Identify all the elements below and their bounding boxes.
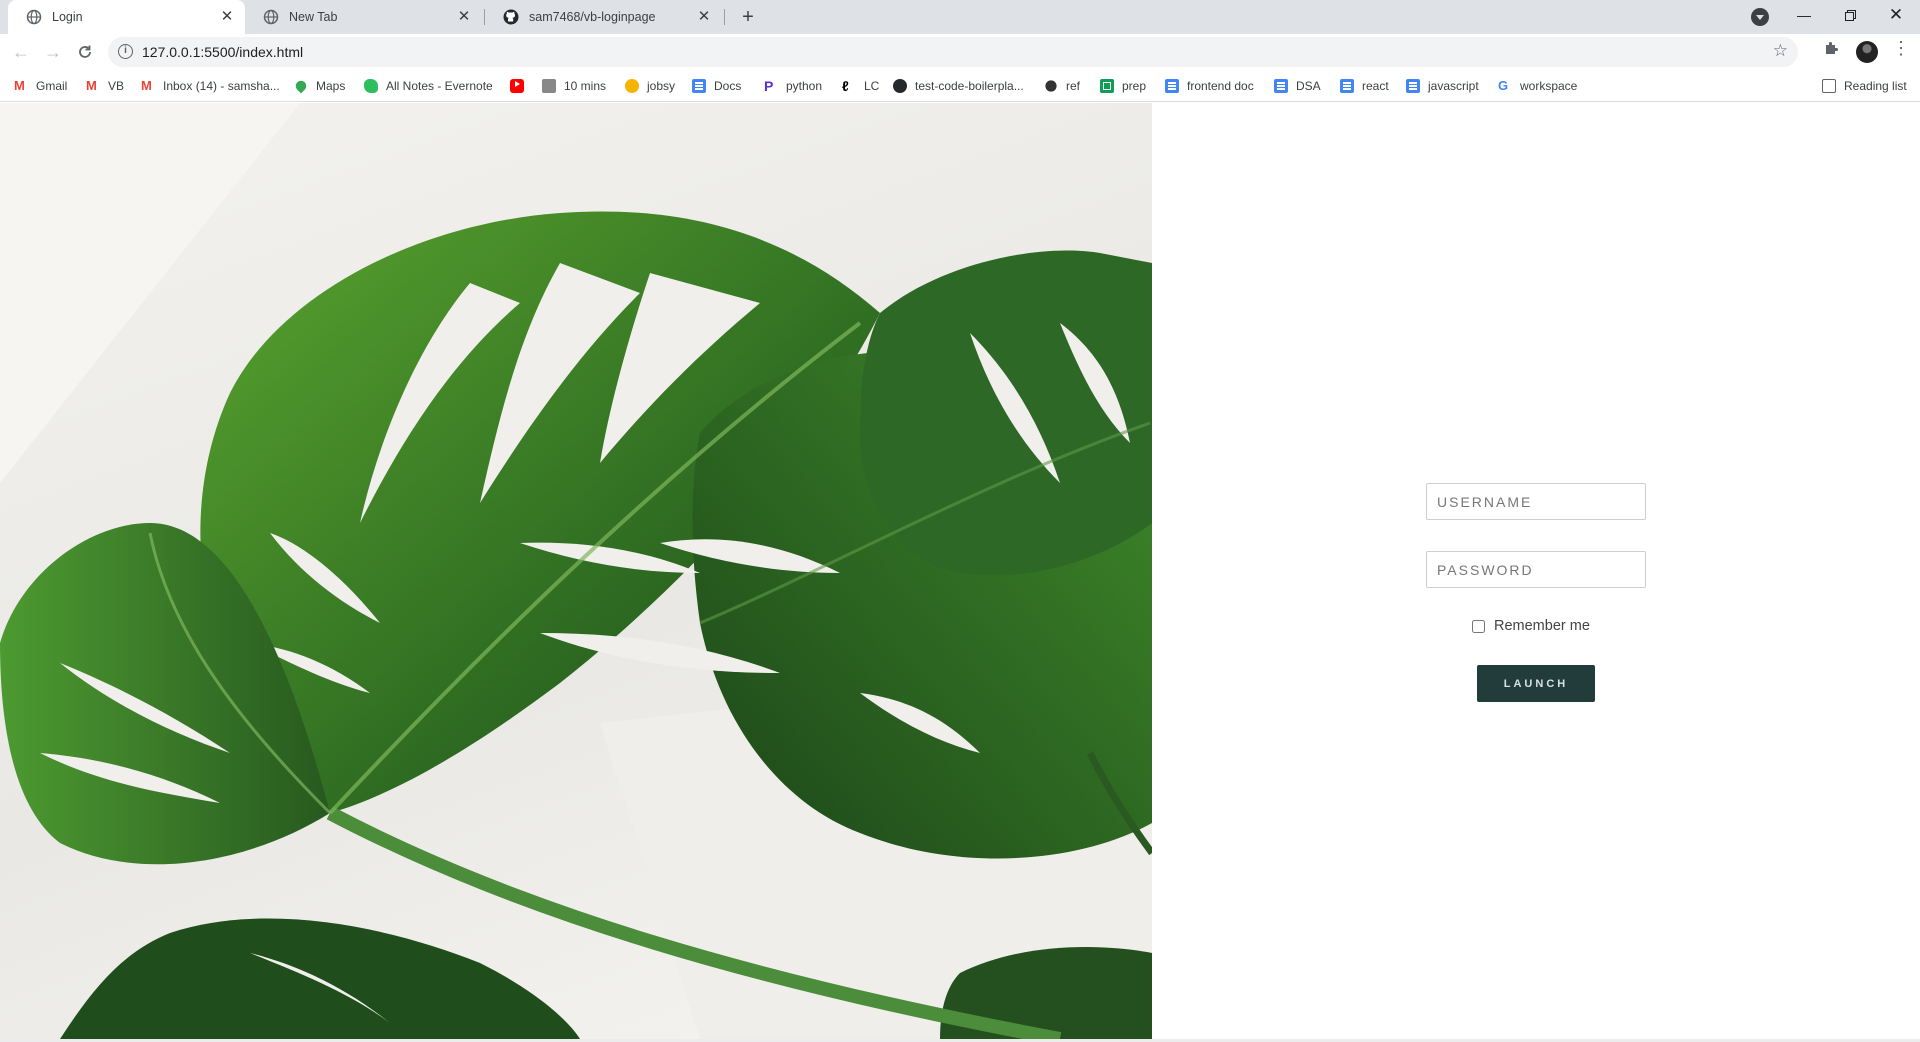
gmail-icon: M xyxy=(14,78,25,93)
site-info-icon[interactable]: i xyxy=(118,44,133,59)
extensions-puzzle-icon[interactable] xyxy=(1823,40,1840,62)
globe-icon xyxy=(263,9,279,25)
ref-icon xyxy=(1045,80,1057,92)
browser-menu-icon[interactable]: ⋮ xyxy=(1892,38,1910,59)
bookmark-workspace[interactable]: Gworkspace xyxy=(1498,76,1577,96)
bookmark-label: test-code-boilerpla... xyxy=(915,79,1024,93)
tab-strip: Login ✕ New Tab ✕ sam7468/vb-loginpage ✕… xyxy=(0,0,1920,34)
jobsy-icon xyxy=(625,79,639,93)
maps-pin-icon xyxy=(293,78,309,94)
bookmark-10-mins[interactable]: 10 mins xyxy=(542,76,606,96)
evernote-icon xyxy=(364,79,378,93)
bookmark-label: DSA xyxy=(1296,79,1321,93)
launch-button[interactable]: LAUNCH xyxy=(1477,665,1595,702)
bookmark-jobsy[interactable]: jobsy xyxy=(625,76,675,96)
docs-icon xyxy=(1406,79,1420,93)
bookmark-evernote[interactable]: All Notes - Evernote xyxy=(364,76,493,96)
bookmark-label: javascript xyxy=(1428,79,1479,93)
bookmark-label: react xyxy=(1362,79,1389,93)
bookmark-label: Docs xyxy=(714,79,742,93)
bookmark-dsa[interactable]: DSA xyxy=(1274,76,1321,96)
gmail-icon: M xyxy=(141,78,152,93)
bookmark-docs[interactable]: Docs xyxy=(692,76,741,96)
tab-github[interactable]: sam7468/vb-loginpage ✕ xyxy=(485,0,722,34)
bookmark-frontend-doc[interactable]: frontend doc xyxy=(1165,76,1254,96)
bookmark-javascript[interactable]: javascript xyxy=(1406,76,1479,96)
bookmark-label: VB xyxy=(108,79,125,93)
bookmark-label: 10 mins xyxy=(564,79,607,93)
close-tab-icon[interactable]: ✕ xyxy=(696,9,712,25)
bookmark-ref[interactable]: ref xyxy=(1044,76,1080,96)
clock-icon xyxy=(542,79,556,93)
google-icon: G xyxy=(1498,78,1509,93)
reading-list-button[interactable]: Reading list xyxy=(1822,76,1907,96)
bookmark-label: frontend doc xyxy=(1187,79,1254,93)
bookmark-python[interactable]: Ppython xyxy=(764,76,822,96)
docs-icon xyxy=(1165,79,1179,93)
close-window-button[interactable]: ✕ xyxy=(1873,0,1919,30)
bookmark-lc[interactable]: ℓ LC xyxy=(842,76,879,96)
docs-icon xyxy=(1274,79,1288,93)
docs-icon xyxy=(1340,79,1354,93)
github-icon xyxy=(503,9,519,25)
tab-separator xyxy=(724,9,725,25)
username-input[interactable] xyxy=(1426,483,1646,520)
bookmark-label: Inbox (14) - samsha... xyxy=(163,79,280,93)
login-form: Remember me LAUNCH xyxy=(1426,483,1646,702)
bookmark-maps[interactable]: Maps xyxy=(293,76,346,96)
remember-me-checkbox[interactable] xyxy=(1472,619,1485,633)
tab-search-icon[interactable] xyxy=(1751,8,1769,26)
bookmark-inbox[interactable]: M Inbox (14) - samsha... xyxy=(141,76,280,96)
bookmark-test-code[interactable]: test-code-boilerpla... xyxy=(893,76,1024,96)
close-tab-icon[interactable]: ✕ xyxy=(456,9,472,25)
globe-icon xyxy=(26,9,42,25)
login-page: Remember me LAUNCH xyxy=(0,103,1920,1042)
bookmark-label: Gmail xyxy=(36,79,68,93)
python-icon: P xyxy=(764,78,774,94)
password-input[interactable] xyxy=(1426,551,1646,588)
browser-toolbar: ← → i 127.0.0.1:5500/index.html ☆ xyxy=(0,34,1920,70)
gmail-icon: M xyxy=(86,78,97,93)
reload-button[interactable] xyxy=(73,40,97,64)
address-bar[interactable]: i 127.0.0.1:5500/index.html ☆ xyxy=(108,37,1798,67)
bookmark-label: prep xyxy=(1122,79,1147,93)
profile-avatar[interactable] xyxy=(1856,41,1878,63)
bookmark-vb[interactable]: M VB xyxy=(86,76,124,96)
bookmark-youtube[interactable] xyxy=(510,76,532,96)
new-tab-button[interactable]: + xyxy=(736,5,760,29)
youtube-icon xyxy=(510,79,524,93)
bookmark-label: jobsy xyxy=(647,79,676,93)
bookmark-star-icon[interactable]: ☆ xyxy=(1773,41,1788,61)
bookmark-gmail[interactable]: M Gmail xyxy=(14,76,67,96)
tab-title: sam7468/vb-loginpage xyxy=(529,10,656,24)
reading-list-icon xyxy=(1822,79,1836,93)
restore-button[interactable] xyxy=(1827,0,1873,30)
tab-new-tab[interactable]: New Tab ✕ xyxy=(245,0,482,34)
bookmark-label: workspace xyxy=(1520,79,1578,93)
bookmarks-bar: M Gmail M VB M Inbox (14) - samsha... Maps … xyxy=(0,70,1920,102)
tab-login[interactable]: Login ✕ xyxy=(8,0,245,34)
bookmark-label: LC xyxy=(864,79,880,93)
url-text: 127.0.0.1:5500/index.html xyxy=(142,44,304,60)
bookmark-label: Maps xyxy=(316,79,346,93)
remember-me-row: Remember me xyxy=(1472,618,1590,634)
minimize-button[interactable]: — xyxy=(1781,0,1827,30)
docs-icon xyxy=(692,79,706,93)
bookmark-label: All Notes - Evernote xyxy=(386,79,493,93)
tab-title: Login xyxy=(52,10,83,24)
forward-button[interactable]: → xyxy=(41,40,65,64)
bookmark-prep[interactable]: prep xyxy=(1100,76,1146,96)
reading-list-label: Reading list xyxy=(1844,79,1907,93)
close-tab-icon[interactable]: ✕ xyxy=(219,9,235,25)
sheets-icon xyxy=(1100,79,1114,93)
github-icon xyxy=(893,79,907,93)
bookmark-label: ref xyxy=(1066,79,1081,93)
remember-me-label[interactable]: Remember me xyxy=(1494,618,1590,634)
leetcode-icon: ℓ xyxy=(842,78,849,94)
bookmark-label: python xyxy=(786,79,823,93)
bookmark-react[interactable]: react xyxy=(1340,76,1389,96)
tab-title: New Tab xyxy=(289,10,338,24)
back-button[interactable]: ← xyxy=(9,40,33,64)
monstera-leaf-image xyxy=(0,103,1152,1039)
